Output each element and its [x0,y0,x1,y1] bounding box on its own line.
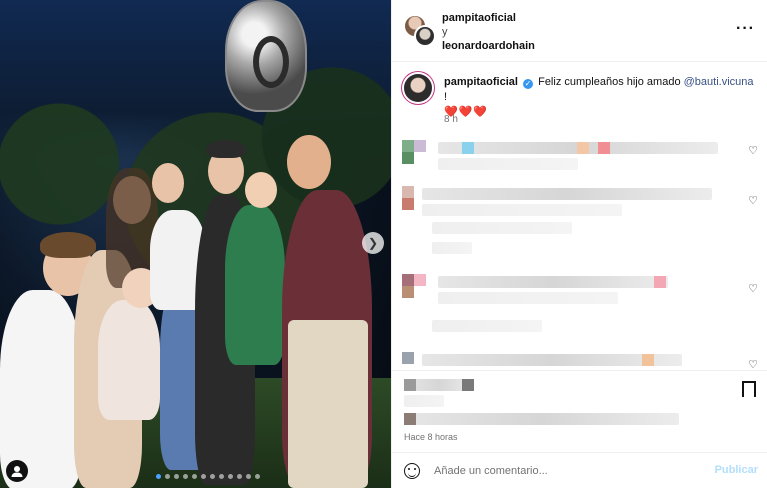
blurred-pixel [642,354,654,366]
blurred-avatar [402,352,414,364]
bookmark-icon[interactable] [742,381,756,403]
caption-username[interactable]: pampitaoficial [444,76,518,88]
blurred-comment [432,320,542,332]
emoji-icon[interactable] [404,463,420,479]
blurred-comment [438,276,668,288]
post-authors: pampitaoficial y leonardoardohain [442,11,535,53]
like-comment-button[interactable]: ♡ [748,194,758,207]
person-head [287,135,331,189]
instagram-post: ❯ pampitaoficial y leonardoardohain ··· … [0,0,767,488]
blurred-comment [438,158,578,170]
carousel-dot [219,474,224,479]
tagged-users-button[interactable] [6,460,28,482]
post-caption: pampitaoficial ✓ Feliz cumpleaños hijo a… [392,62,767,134]
blurred-pixel [404,379,416,391]
blurred-pixel [462,142,474,154]
post-header: pampitaoficial y leonardoardohain ··· [392,0,767,62]
blurred-pixel [462,379,474,391]
post-timestamp: Hace 8 horas [404,432,458,442]
caption-body: Feliz cumpleaños hijo amado [538,76,681,88]
post-photo[interactable]: ❯ [0,0,391,488]
carousel-dot [174,474,179,479]
heart-icon: ♡ [748,283,758,295]
next-photo-button[interactable]: ❯ [362,232,384,254]
blurred-avatar [402,140,414,152]
heart-icon: ♡ [748,195,758,207]
carousel-dot [165,474,170,479]
blurred-pixel [654,276,666,288]
blurred-avatar [402,286,414,298]
caption-time[interactable]: 8 h [444,114,458,125]
blurred-comment [438,292,618,304]
balloon-number-6 [225,0,307,112]
chevron-right-icon: ❯ [367,236,379,250]
carousel-dot [255,474,260,479]
person-cap [206,140,246,158]
author-link[interactable]: leonardoardohain [442,39,535,53]
post-actions [392,370,767,428]
blurred-avatar [402,152,414,164]
carousel-dot [156,474,161,479]
blurred-likes [404,413,679,425]
blurred-avatar [414,140,426,152]
avatar[interactable] [414,25,436,47]
heart-icon: ♡ [748,359,758,370]
carousel-dot [201,474,206,479]
author-joiner: y [442,26,448,38]
caption-text: pampitaoficial ✓ Feliz cumpleaños hijo a… [444,75,754,120]
caption-mention[interactable]: @bauti.vicuna [684,76,754,88]
person-man-trousers [288,320,368,488]
avatar[interactable] [404,74,432,102]
author-link[interactable]: pampitaoficial [442,11,535,25]
blurred-comment [432,222,572,234]
carousel-dot [210,474,215,479]
caption-exclaim: ! [444,91,448,103]
blurred-pixel [577,142,589,154]
user-icon [11,466,23,477]
blurred-pixel [598,142,610,154]
like-comment-button[interactable]: ♡ [748,358,758,370]
blurred-avatar [414,274,426,286]
post-side-panel: pampitaoficial y leonardoardohain ··· pa… [391,0,767,488]
verified-badge-icon: ✓ [523,79,534,89]
add-comment-bar: Publicar [392,452,767,488]
comment-input[interactable] [434,461,694,481]
person-hair [40,232,96,258]
carousel-dot [183,474,188,479]
like-comment-button[interactable]: ♡ [748,282,758,295]
person-boy-green [225,205,285,365]
blurred-comment [432,242,472,254]
comments-list: ♡ ♡ ♡ ♡ [392,134,767,370]
carousel-dot [228,474,233,479]
more-horizontal-icon: ··· [736,20,755,37]
blurred-avatar [402,198,414,210]
person-boy-left [0,290,82,488]
person-head [245,172,277,208]
blurred-comment [422,204,622,216]
carousel-dot [246,474,251,479]
blurred-avatar [402,186,414,198]
heart-icon: ♡ [748,145,758,157]
like-comment-button[interactable]: ♡ [748,144,758,157]
person-toddler [98,300,160,420]
blurred-comment [422,188,712,200]
blurred-avatar [402,274,414,286]
carousel-dot [237,474,242,479]
blurred-pixel [404,413,416,425]
carousel-indicator [156,474,260,479]
carousel-dot [192,474,197,479]
person-head [152,163,184,203]
publish-button[interactable]: Publicar [715,464,758,476]
more-options-button[interactable]: ··· [736,20,755,38]
blurred-likes [404,395,444,407]
